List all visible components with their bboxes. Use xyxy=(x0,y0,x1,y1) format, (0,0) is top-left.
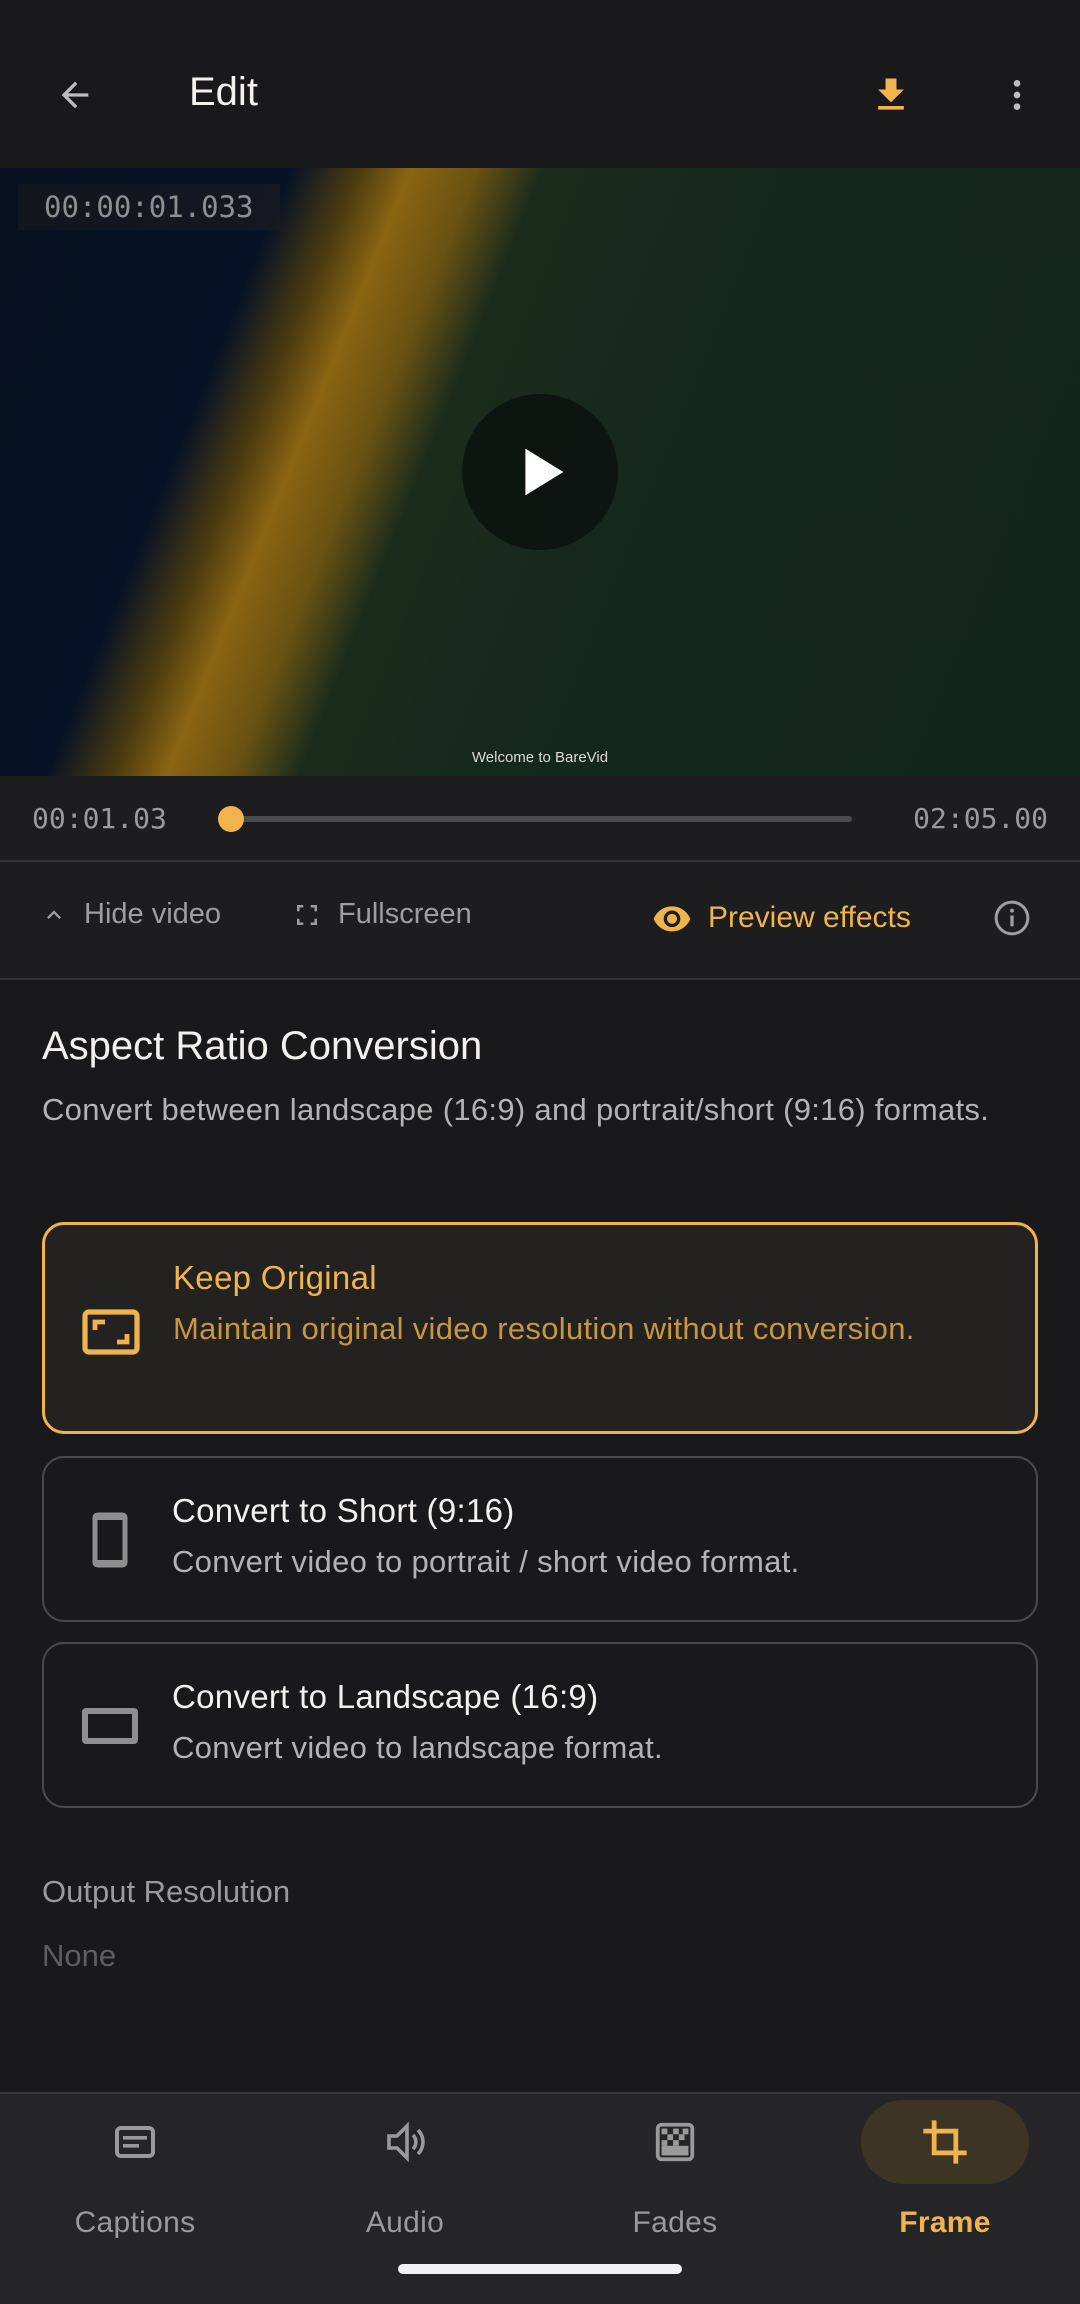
nav-audio[interactable]: Audio xyxy=(270,2094,540,2274)
play-button[interactable] xyxy=(462,394,618,550)
option-description: Maintain original video resolution witho… xyxy=(173,1311,915,1346)
option-keep-original[interactable]: Keep Original Maintain original video re… xyxy=(42,1222,1038,1434)
audio-icon xyxy=(321,2100,489,2184)
output-resolution-label: Output Resolution xyxy=(42,1874,291,1909)
option-title: Convert to Landscape (16:9) xyxy=(172,1678,599,1715)
option-description: Convert video to portrait / short video … xyxy=(172,1544,800,1579)
download-icon xyxy=(878,78,904,110)
video-tools: Hide video Fullscreen Preview effects xyxy=(0,862,1080,980)
seek-handle[interactable] xyxy=(218,806,244,832)
option-description: Convert video to landscape format. xyxy=(172,1730,663,1765)
nav-label: Fades xyxy=(632,2206,718,2239)
info-icon xyxy=(994,900,1030,936)
play-icon xyxy=(525,448,564,496)
nav-label: Captions xyxy=(74,2206,196,2239)
option-title: Keep Original xyxy=(173,1259,377,1296)
section-description: Convert between landscape (16:9) and por… xyxy=(42,1092,990,1127)
timeline-scrubber: 00:01.03 02:05.00 xyxy=(0,776,1080,862)
aspect-ratio-icon xyxy=(79,1307,143,1357)
nav-captions[interactable]: Captions xyxy=(0,2094,270,2274)
seek-track[interactable] xyxy=(232,816,852,822)
option-convert-landscape[interactable]: Convert to Landscape (16:9) Convert vide… xyxy=(42,1642,1038,1808)
page-title: Edit xyxy=(189,70,258,114)
download-button[interactable] xyxy=(858,62,924,128)
video-timecode: 00:00:01.033 xyxy=(18,184,280,230)
fades-icon xyxy=(591,2100,759,2184)
info-button[interactable] xyxy=(992,898,1032,938)
option-convert-short[interactable]: Convert to Short (9:16) Convert video to… xyxy=(42,1456,1038,1622)
video-caption-text: Welcome to BareVid xyxy=(471,749,609,766)
more-vert-icon xyxy=(1013,80,1021,110)
eye-icon xyxy=(653,906,691,932)
phone-portrait-icon xyxy=(78,1510,142,1570)
duration-time: 02:05.00 xyxy=(913,802,1048,835)
fullscreen-icon xyxy=(297,904,317,925)
nav-label: Frame xyxy=(899,2206,991,2239)
nav-frame[interactable]: Frame xyxy=(810,2094,1080,2274)
nav-label: Audio xyxy=(365,2206,445,2239)
arrow-back-icon xyxy=(61,81,89,109)
fullscreen-label: Fullscreen xyxy=(338,898,472,930)
hide-video-button[interactable]: Hide video xyxy=(40,898,221,931)
output-resolution-value: None xyxy=(42,1938,117,1973)
captions-icon xyxy=(51,2100,219,2184)
app-bar: Edit xyxy=(0,0,1080,168)
nav-fades[interactable]: Fades xyxy=(540,2094,810,2274)
more-options-button[interactable] xyxy=(984,62,1050,128)
fullscreen-button[interactable]: Fullscreen xyxy=(292,898,472,931)
section-title: Aspect Ratio Conversion xyxy=(42,1024,483,1068)
hide-video-label: Hide video xyxy=(84,898,222,930)
preview-effects-button[interactable]: Preview effects xyxy=(652,898,911,938)
home-indicator xyxy=(398,2264,682,2274)
option-title: Convert to Short (9:16) xyxy=(172,1492,515,1529)
crop-icon xyxy=(861,2100,1029,2184)
video-preview[interactable]: 00:00:01.033 Welcome to BareVid xyxy=(0,168,1080,776)
chevron-up-icon xyxy=(47,909,61,919)
current-time: 00:01.03 xyxy=(32,802,167,835)
landscape-icon xyxy=(78,1704,142,1748)
back-button[interactable] xyxy=(42,62,108,128)
preview-effects-label: Preview effects xyxy=(708,901,911,934)
